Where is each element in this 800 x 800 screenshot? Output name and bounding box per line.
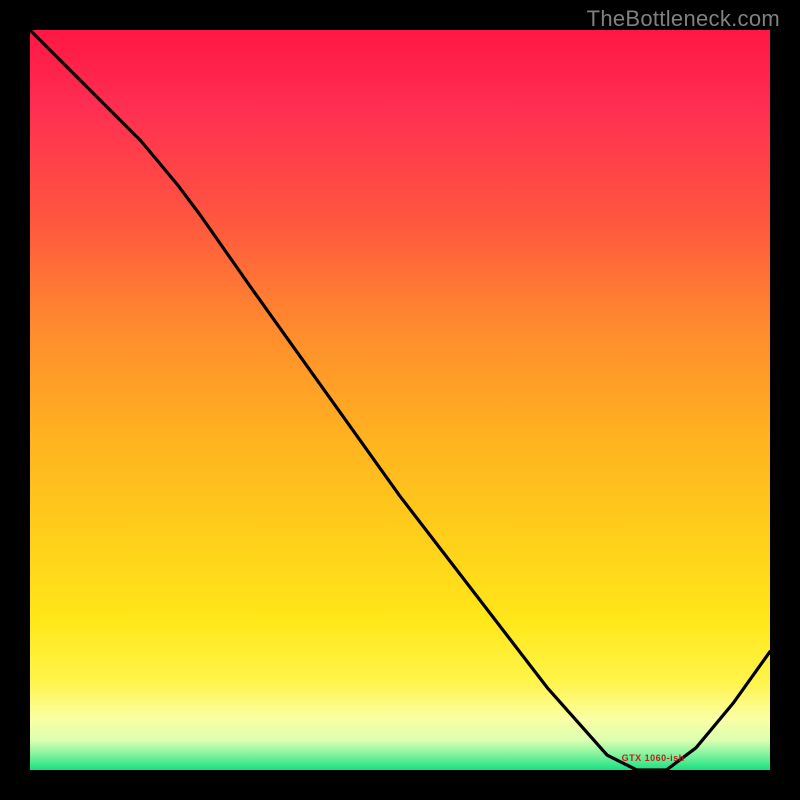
attribution-text: TheBottleneck.com [587,6,780,32]
gpu-marker-label: GTX 1060-ish [622,753,685,763]
plot-area: GTX 1060-ish [30,30,770,770]
chart-canvas: TheBottleneck.com GTX 1060-ish [0,0,800,800]
bottleneck-curve [30,30,770,770]
